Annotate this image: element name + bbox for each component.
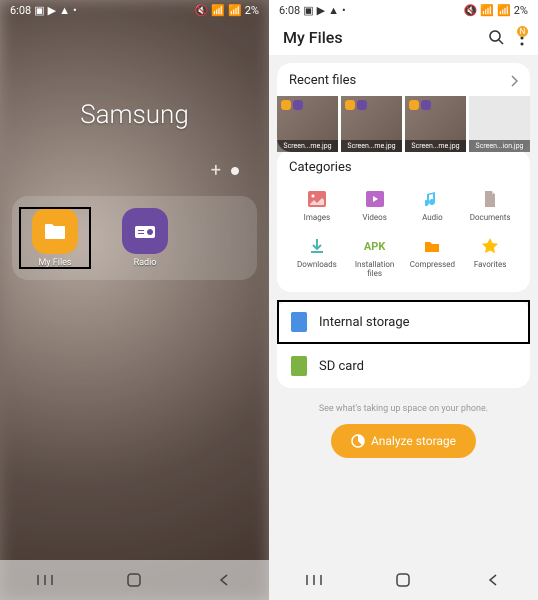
- warning-icon: ▲: [328, 4, 339, 17]
- internal-storage-item[interactable]: Internal storage: [277, 300, 530, 344]
- categories-card: Categories Images Videos Audio Documents…: [277, 150, 530, 292]
- warning-icon: ▲: [59, 4, 70, 17]
- signal-icon: 📶: [497, 4, 511, 17]
- category-documents[interactable]: Documents: [462, 185, 518, 226]
- category-images[interactable]: Images: [289, 185, 345, 226]
- gallery-icon: ▣: [303, 4, 313, 17]
- download-icon: [307, 236, 327, 256]
- folder-title: Samsung: [0, 100, 269, 130]
- status-time: 6:08: [279, 4, 300, 17]
- app-label: Radio: [134, 258, 157, 268]
- nav-bar-left: [0, 560, 269, 600]
- battery-pct: 2%: [514, 4, 528, 17]
- category-installation[interactable]: APK Installation files: [347, 232, 403, 282]
- app-header: My Files N: [269, 20, 538, 55]
- signal-icon: 📶: [228, 4, 242, 17]
- category-downloads[interactable]: Downloads: [289, 232, 345, 282]
- page-title: My Files: [283, 28, 343, 47]
- nav-bar-right: [269, 560, 538, 600]
- analyze-section: See what's taking up space on your phone…: [269, 396, 538, 466]
- mute-icon: 🔇: [195, 4, 209, 17]
- battery-pct: 2%: [245, 4, 259, 17]
- category-favorites[interactable]: Favorites: [462, 232, 518, 282]
- pie-icon: [351, 434, 365, 448]
- search-button[interactable]: [488, 29, 506, 47]
- status-bar-left: 6:08 ▣ ▶ ▲ • 🔇 📶 📶 2%: [0, 0, 269, 20]
- play-icon: ▶: [48, 4, 56, 17]
- app-my-files[interactable]: My Files: [20, 208, 90, 268]
- recent-thumb[interactable]: Screen...me.jpg: [405, 96, 466, 152]
- recent-files-title: Recent files: [289, 73, 356, 88]
- more-button[interactable]: N: [520, 30, 524, 46]
- star-icon: [480, 236, 500, 256]
- wifi-icon: 📶: [480, 4, 494, 17]
- audio-icon: [422, 189, 442, 209]
- analyze-hint: See what's taking up space on your phone…: [277, 404, 530, 414]
- recent-thumb[interactable]: Screen...ion.jpg: [469, 96, 530, 152]
- mute-icon: 🔇: [464, 4, 478, 17]
- apk-icon: APK: [365, 236, 385, 256]
- category-videos[interactable]: Videos: [347, 185, 403, 226]
- back-button[interactable]: [483, 570, 503, 590]
- document-icon: [480, 189, 500, 209]
- recent-files-card: Recent files Screen...me.jpg Screen...me…: [277, 63, 530, 152]
- status-time: 6:08: [10, 4, 31, 17]
- gallery-icon: ▣: [34, 4, 44, 17]
- wifi-icon: 📶: [211, 4, 225, 17]
- app-radio[interactable]: Radio: [110, 208, 180, 268]
- image-icon: [307, 189, 327, 209]
- video-icon: [365, 189, 385, 209]
- recents-button[interactable]: [304, 570, 324, 590]
- status-bar-right: 6:08 ▣ ▶ ▲ • 🔇 📶 📶 2%: [269, 0, 538, 20]
- home-button[interactable]: [393, 570, 413, 590]
- page-dot[interactable]: [231, 167, 239, 175]
- notification-badge: N: [517, 26, 528, 37]
- recent-thumb[interactable]: Screen...me.jpg: [277, 96, 338, 152]
- sd-card-item[interactable]: SD card: [277, 344, 530, 388]
- page-indicator: +: [0, 150, 269, 191]
- home-button[interactable]: [124, 570, 144, 590]
- apps-panel: My Files Radio: [12, 196, 257, 280]
- zip-icon: [422, 236, 442, 256]
- add-page-icon[interactable]: +: [211, 160, 221, 181]
- radio-icon: [122, 208, 168, 254]
- analyze-storage-button[interactable]: Analyze storage: [331, 424, 476, 458]
- phone-icon: [291, 312, 307, 332]
- folder-icon: [32, 208, 78, 254]
- back-button[interactable]: [214, 570, 234, 590]
- category-audio[interactable]: Audio: [405, 185, 461, 226]
- recent-thumb[interactable]: Screen...me.jpg: [341, 96, 402, 152]
- play-icon: ▶: [317, 4, 325, 17]
- app-label: My Files: [38, 258, 71, 268]
- recents-button[interactable]: [35, 570, 55, 590]
- sd-card-icon: [291, 356, 307, 376]
- recent-thumbs: Screen...me.jpg Screen...me.jpg Screen..…: [277, 96, 530, 152]
- chevron-right-icon[interactable]: [510, 75, 518, 87]
- categories-title: Categories: [289, 160, 518, 175]
- storage-card: Internal storage SD card: [277, 300, 530, 388]
- category-compressed[interactable]: Compressed: [405, 232, 461, 282]
